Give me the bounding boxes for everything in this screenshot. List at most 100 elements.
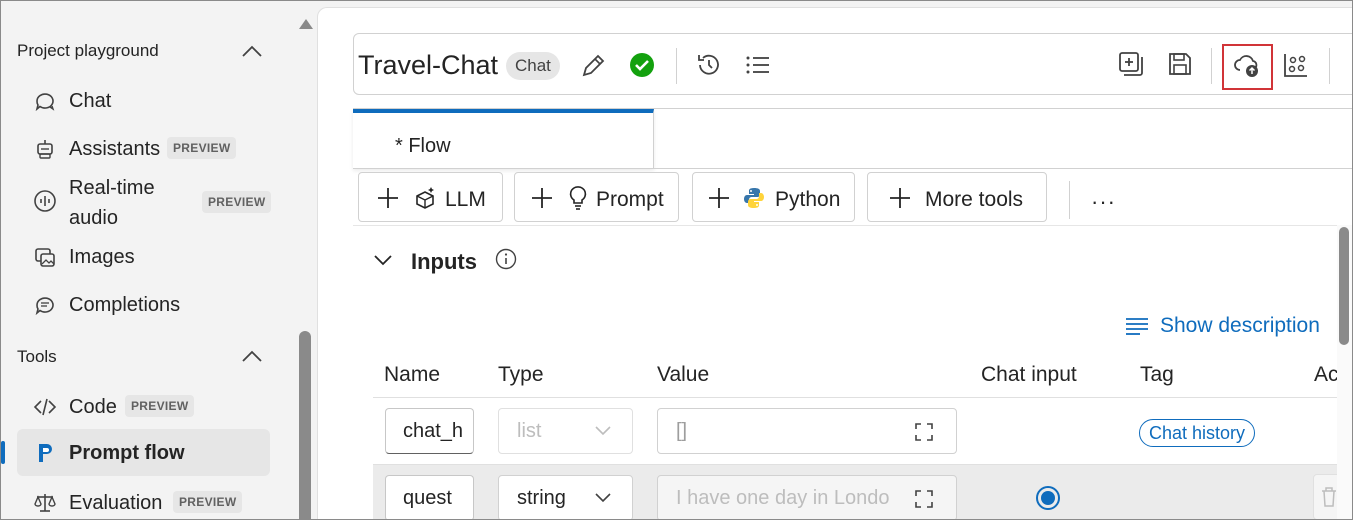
expand-icon[interactable] <box>914 489 934 509</box>
preview-badge: PREVIEW <box>202 191 272 213</box>
divider <box>1069 181 1070 219</box>
save-icon[interactable] <box>1165 49 1195 79</box>
preview-badge: PREVIEW <box>173 491 243 513</box>
audio-icon <box>34 190 56 212</box>
sidebar-item-realtime-audio[interactable]: Real-time audio PREVIEW <box>17 173 272 233</box>
scale-icon <box>34 494 56 512</box>
flow-title: Travel-Chat <box>358 50 499 80</box>
radio-selected-dot <box>1041 491 1055 505</box>
input-value-field[interactable]: I have one day in Londo <box>657 475 957 519</box>
more-tools-button[interactable]: More tools <box>867 172 1047 222</box>
column-header-value: Value <box>657 363 710 386</box>
image-icon <box>35 248 55 267</box>
chevron-up-icon[interactable] <box>241 349 263 363</box>
scroll-up-arrow-icon[interactable] <box>299 19 313 29</box>
sidebar-item-label: Images <box>69 246 135 268</box>
sidebar-item-assistants[interactable]: Assistants PREVIEW <box>17 125 270 172</box>
divider <box>1211 48 1212 84</box>
inputs-heading: Inputs <box>411 249 477 274</box>
tab-flow[interactable]: * Flow <box>353 109 654 169</box>
input-value-field[interactable]: [] <box>657 408 957 454</box>
completions-icon <box>35 297 54 316</box>
plus-icon <box>378 188 398 208</box>
sidebar-item-code[interactable]: Code PREVIEW <box>17 383 270 430</box>
add-llm-button[interactable]: LLM <box>358 172 503 222</box>
input-type-dropdown[interactable]: list <box>498 408 633 454</box>
show-description-label: Show description <box>1160 314 1320 337</box>
sidebar-item-label: Completions <box>69 294 181 316</box>
add-prompt-button[interactable]: Prompt <box>514 172 679 222</box>
sidebar-item-images[interactable]: Images <box>17 233 270 280</box>
input-name-field[interactable]: quest <box>385 475 474 519</box>
flow-type-badge: Chat <box>506 52 560 80</box>
cloud-upload-icon[interactable] <box>1232 50 1262 80</box>
sidebar-item-label: Code <box>69 396 117 418</box>
sidebar-item-chat[interactable]: Chat <box>17 77 270 124</box>
column-header-tag: Tag <box>1140 363 1174 386</box>
value-text: I have one day in Londo <box>676 487 890 509</box>
graph-icon[interactable] <box>1281 50 1311 80</box>
sidebar-item-label: Chat <box>69 90 112 112</box>
chevron-down-icon <box>595 493 611 503</box>
chat-icon <box>35 93 55 112</box>
column-header-type: Type <box>498 363 544 386</box>
column-header-name: Name <box>384 363 441 386</box>
chevron-down-icon <box>595 426 611 436</box>
chat-input-radio[interactable] <box>1036 486 1060 510</box>
more-options-button[interactable]: ··· <box>1091 189 1116 215</box>
expand-icon[interactable] <box>914 422 934 442</box>
divider <box>1329 48 1330 84</box>
chevron-up-icon[interactable] <box>241 44 263 58</box>
scrollbar-thumb[interactable] <box>299 331 311 519</box>
section-header-tools[interactable]: Tools <box>17 347 57 367</box>
value-text: [] <box>676 420 688 442</box>
section-header-playground[interactable]: Project playground <box>17 41 159 61</box>
column-header-actions: Ac <box>1314 363 1339 386</box>
tab-label: * Flow <box>395 135 451 157</box>
sidebar-item-label-line2: audio <box>69 207 118 229</box>
add-page-icon[interactable] <box>1116 49 1146 79</box>
input-type-dropdown[interactable]: string <box>498 475 633 519</box>
plus-icon <box>709 188 729 208</box>
main-scrollbar[interactable] <box>1337 225 1352 519</box>
button-label: Prompt <box>596 188 664 211</box>
input-name-field[interactable]: chat_h <box>385 408 474 454</box>
sidebar-item-label: Evaluation <box>69 492 163 514</box>
add-python-button[interactable]: Python <box>692 172 855 222</box>
row-divider <box>373 397 1339 398</box>
sidebar-item-evaluation[interactable]: Evaluation PREVIEW <box>17 479 270 519</box>
prompt-flow-icon <box>39 444 52 462</box>
active-indicator <box>1 441 5 464</box>
lightbulb-icon <box>569 186 587 210</box>
preview-badge: PREVIEW <box>167 137 237 159</box>
edit-icon[interactable] <box>578 51 608 81</box>
chevron-down-icon[interactable] <box>373 253 393 267</box>
text-description-icon <box>1126 318 1148 335</box>
sidebar-item-label: Assistants <box>69 138 161 160</box>
python-icon <box>744 188 764 208</box>
sidebar-item-completions[interactable]: Completions <box>17 281 270 328</box>
trash-icon <box>1322 487 1336 507</box>
sidebar-scrollbar[interactable] <box>297 1 315 519</box>
code-icon <box>33 398 57 416</box>
column-header-chat-input: Chat input <box>981 363 1077 386</box>
bot-icon <box>37 140 53 159</box>
sidebar-item-label: Real-time <box>69 177 155 199</box>
sidebar: Project playground Chat Assistants PREVI… <box>1 1 297 519</box>
info-icon[interactable] <box>495 248 517 270</box>
button-label: More tools <box>925 188 1024 211</box>
check-circle-icon <box>630 53 654 77</box>
llm-sparkle-icon <box>416 187 434 209</box>
tab-bar: * Flow <box>353 108 1352 169</box>
tools-toolbar: LLM Prompt Python More tools ··· <box>353 168 1352 226</box>
dropdown-value: string <box>517 487 566 509</box>
preview-badge: PREVIEW <box>125 395 195 417</box>
plus-icon <box>532 188 552 208</box>
history-icon[interactable] <box>694 50 724 80</box>
scrollbar-thumb[interactable] <box>1339 227 1349 345</box>
list-icon[interactable] <box>743 50 773 80</box>
button-label: LLM <box>445 188 486 211</box>
sidebar-item-prompt-flow[interactable]: Prompt flow <box>1 429 270 476</box>
app-window: Project playground Chat Assistants PREVI… <box>0 0 1353 520</box>
chat-history-tag: Chat history <box>1139 419 1256 447</box>
